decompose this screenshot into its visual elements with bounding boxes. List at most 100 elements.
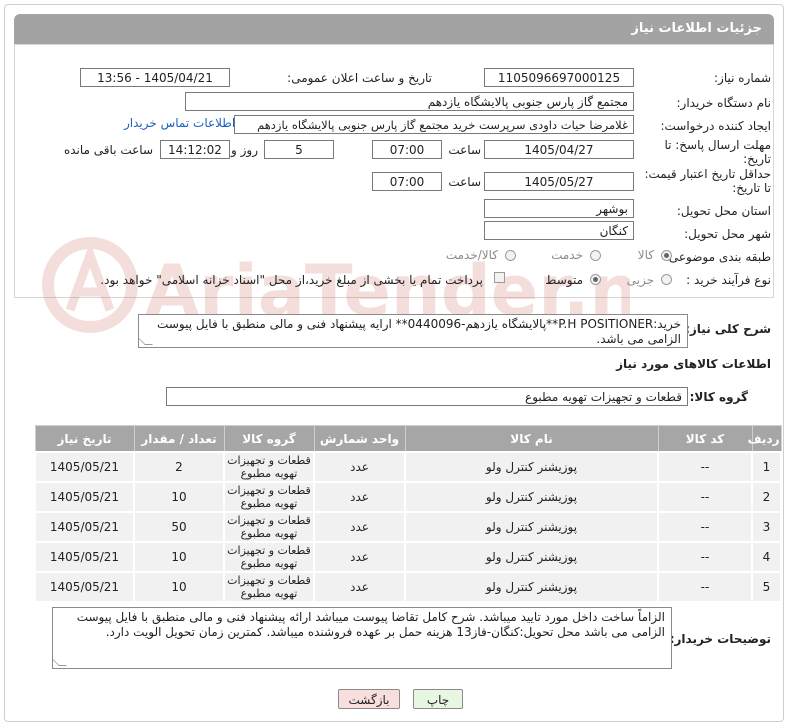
deadline-label-2: تاریخ: [743,152,771,166]
cell-code: -- [657,451,753,483]
cell-code: -- [657,481,753,513]
table-header-row: ردیف کد کالا نام کالا واحد شمارش گروه کا… [34,425,782,453]
process-radio-minor[interactable] [661,274,672,285]
category-radio-service[interactable] [590,250,601,261]
cell-date: 1405/05/21 [34,481,135,513]
cell-code: -- [657,511,753,543]
print-button[interactable]: چاپ [413,689,463,709]
cell-group: قطعات و تجهیزات تهویه مطبوع [223,451,315,483]
deadline-time-label: ساعت [448,143,481,157]
cell-date: 1405/05/21 [34,541,135,573]
cell-idx: 4 [751,541,782,573]
validity-date-field: 1405/05/27 [484,172,634,191]
goods-group-label: گروه کالا: [689,390,748,404]
description-textarea[interactable]: خرید:P.H POSITIONER**پالایشگاه یازدهم-04… [138,314,688,348]
category-option-goods: کالا [637,248,654,262]
col-header-date: تاریخ نیاز [34,425,135,453]
cell-code: -- [657,571,753,603]
cell-idx: 2 [751,481,782,513]
cell-idx: 1 [751,451,782,483]
cell-qty: 10 [133,541,225,573]
table-row: 1 -- پوزیشنر کنترل ولو عدد قطعات و تجهیز… [34,451,782,483]
resize-grip-icon[interactable] [53,658,67,666]
resize-grip-icon[interactable] [139,337,153,345]
table-row: 2 -- پوزیشنر کنترل ولو عدد قطعات و تجهیز… [34,481,782,513]
panel-header: جزئیات اطلاعات نیاز [14,14,774,44]
province-field: بوشهر [484,199,634,218]
process-label: نوع فرآیند خرید : [686,273,771,287]
cell-code: -- [657,541,753,573]
category-label: طبقه بندی موضوعی: [664,250,771,264]
cell-group: قطعات و تجهیزات تهویه مطبوع [223,481,315,513]
process-radio-medium[interactable] [590,274,601,285]
remaining-time-field: 14:12:02 [160,140,230,159]
description-text: خرید:P.H POSITIONER**پالایشگاه یازدهم-04… [157,317,681,346]
goods-section-title: اطلاعات کالاهای مورد نیاز [616,357,771,371]
city-label: شهر محل تحویل: [684,227,771,241]
category-option-goods-service: کالا/خدمت [445,248,498,262]
validity-label-2: تا تاریخ: [732,181,771,195]
buyer-org-field: مجتمع گاز پارس جنوبی پالایشگاه یازدهم [185,92,634,111]
buyer-notes-label: توضیحات خریدار: [669,632,771,646]
days-label: روز و [231,143,258,157]
cell-unit: عدد [313,571,406,603]
cell-qty: 10 [133,481,225,513]
panel-title: جزئیات اطلاعات نیاز [631,21,762,36]
col-header-name: نام کالا [404,425,659,453]
payment-note: پرداخت تمام یا بخشی از مبلغ خرید،از محل … [100,273,483,287]
category-radio-goods[interactable] [661,250,672,261]
cell-group: قطعات و تجهیزات تهویه مطبوع [223,511,315,543]
description-label: شرح کلی نیاز: [685,322,771,336]
col-header-unit: واحد شمارش [313,425,406,453]
cell-name: پوزیشنر کنترل ولو [404,481,659,513]
cell-group: قطعات و تجهیزات تهویه مطبوع [223,571,315,603]
table-row: 5 -- پوزیشنر کنترل ولو عدد قطعات و تجهیز… [34,571,782,603]
category-option-service: خدمت [551,248,583,262]
goods-table: ردیف کد کالا نام کالا واحد شمارش گروه کا… [34,425,782,603]
announce-field: 1405/04/21 - 13:56 [80,68,230,87]
cell-name: پوزیشنر کنترل ولو [404,451,659,483]
col-header-qty: تعداد / مقدار [133,425,225,453]
col-header-code: کد کالا [657,425,753,453]
table-row: 4 -- پوزیشنر کنترل ولو عدد قطعات و تجهیز… [34,541,782,573]
cell-group: قطعات و تجهیزات تهویه مطبوع [223,541,315,573]
cell-unit: عدد [313,511,406,543]
cell-name: پوزیشنر کنترل ولو [404,571,659,603]
cell-idx: 5 [751,571,782,603]
deadline-label-1: مهلت ارسال پاسخ: تا [664,138,771,152]
cell-qty: 10 [133,571,225,603]
process-option-minor: جزیی [626,273,654,287]
buyer-org-label: نام دستگاه خریدار: [676,96,772,110]
contact-info-link[interactable]: اطلاعات تماس خریدار [124,116,235,130]
validity-label-1: حداقل تاریخ اعتبار قیمت: [644,167,771,181]
cell-unit: عدد [313,481,406,513]
need-number-label: شماره نیاز: [714,71,771,85]
goods-group-field: قطعات و تجهیزات تهویه مطبوع [166,387,688,406]
validity-time-label: ساعت [448,175,481,189]
table-row: 3 -- پوزیشنر کنترل ولو عدد قطعات و تجهیز… [34,511,782,543]
province-label: استان محل تحویل: [676,204,771,218]
treasury-checkbox[interactable] [494,272,505,283]
cell-name: پوزیشنر کنترل ولو [404,511,659,543]
remaining-label: ساعت باقی مانده [63,143,153,157]
buyer-notes-textarea[interactable]: الزاماً ساخت داخل مورد تایید میباشد. شرح… [52,607,672,669]
deadline-time-field: 07:00 [372,140,442,159]
cell-date: 1405/05/21 [34,451,135,483]
buyer-notes-text: الزاماً ساخت داخل مورد تایید میباشد. شرح… [76,610,665,639]
requester-label: ایجاد کننده درخواست: [660,119,771,133]
days-remaining-field: 5 [264,140,334,159]
cell-idx: 3 [751,511,782,543]
cell-date: 1405/05/21 [34,511,135,543]
category-radio-goods-service[interactable] [505,250,516,261]
announce-label: تاریخ و ساعت اعلان عمومی: [287,71,432,85]
cell-qty: 50 [133,511,225,543]
validity-time-field: 07:00 [372,172,442,191]
cell-unit: عدد [313,541,406,573]
back-button[interactable]: بازگشت [338,689,400,709]
process-option-medium: متوسط [545,273,583,287]
deadline-date-field: 1405/04/27 [484,140,634,159]
cell-unit: عدد [313,451,406,483]
need-number-field: 1105096697000125 [484,68,634,87]
requester-field: غلامرضا حیات داودی سرپرست خرید مجتمع گاز… [234,115,634,134]
cell-name: پوزیشنر کنترل ولو [404,541,659,573]
